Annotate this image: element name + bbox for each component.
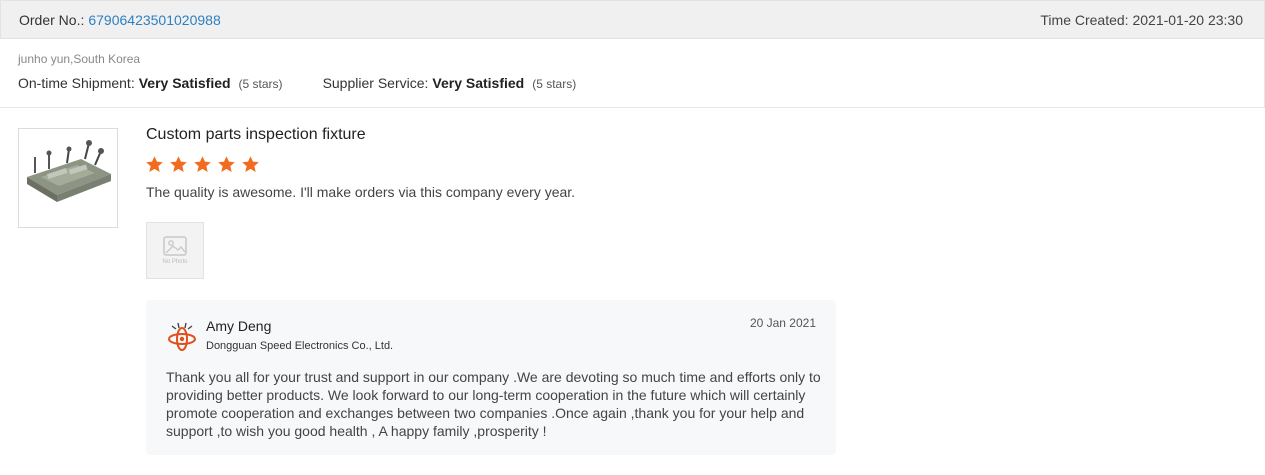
product-thumbnail[interactable] [18, 128, 118, 228]
inspection-fixture-image [19, 129, 117, 227]
star-icon [170, 156, 187, 172]
rating-value: Very Satisfied [432, 75, 525, 91]
order-number-label: Order No.: [19, 11, 85, 28]
reply-company-name: Dongguan Speed Electronics Co., Ltd. [206, 340, 394, 352]
supplier-reply: Amy Deng Dongguan Speed Electronics Co.,… [146, 300, 836, 455]
star-icon [242, 156, 259, 172]
rating-label: Supplier Service: [322, 75, 429, 91]
rating-supplier-service: Supplier Service: Very Satisfied (5 star… [323, 75, 577, 91]
reply-date: 20 Jan 2021 [749, 316, 816, 330]
star-icon [194, 156, 211, 172]
order-number: Order No.: 67906423501020988 [19, 12, 221, 28]
company-logo-icon [168, 322, 196, 351]
buyer-name-country: junho yun,South Korea [18, 52, 141, 66]
reply-author-name: Amy Deng [206, 318, 272, 334]
time-created: Time Created: 2021-01-20 23:30 [1040, 11, 1243, 28]
star-icon [218, 156, 235, 172]
order-header: Order No.: 67906423501020988 Time Created… [0, 0, 1265, 39]
image-placeholder-icon [163, 236, 187, 256]
buyer-info: junho yun,South Korea On-time Shipment: … [0, 39, 1265, 108]
reply-text: Thank you all for your trust and support… [166, 369, 821, 439]
review-text: The quality is awesome. I'll make orders… [146, 184, 576, 200]
ratings-row: On-time Shipment: Very Satisfied (5 star… [18, 75, 616, 91]
rating-on-time-shipment: On-time Shipment: Very Satisfied (5 star… [18, 75, 283, 91]
review-photo-placeholder[interactable]: No Photo [146, 222, 204, 279]
order-number-link[interactable]: 67906423501020988 [88, 12, 220, 28]
review-star-rating [145, 155, 265, 174]
rating-value: Very Satisfied [138, 75, 231, 91]
no-photo-label: No Photo [162, 259, 188, 265]
rating-stars-text: (5 stars) [238, 77, 283, 91]
rating-label: On-time Shipment: [18, 75, 135, 91]
star-icon [146, 156, 163, 172]
product-title[interactable]: Custom parts inspection fixture [146, 126, 366, 144]
rating-stars-text: (5 stars) [532, 77, 577, 91]
